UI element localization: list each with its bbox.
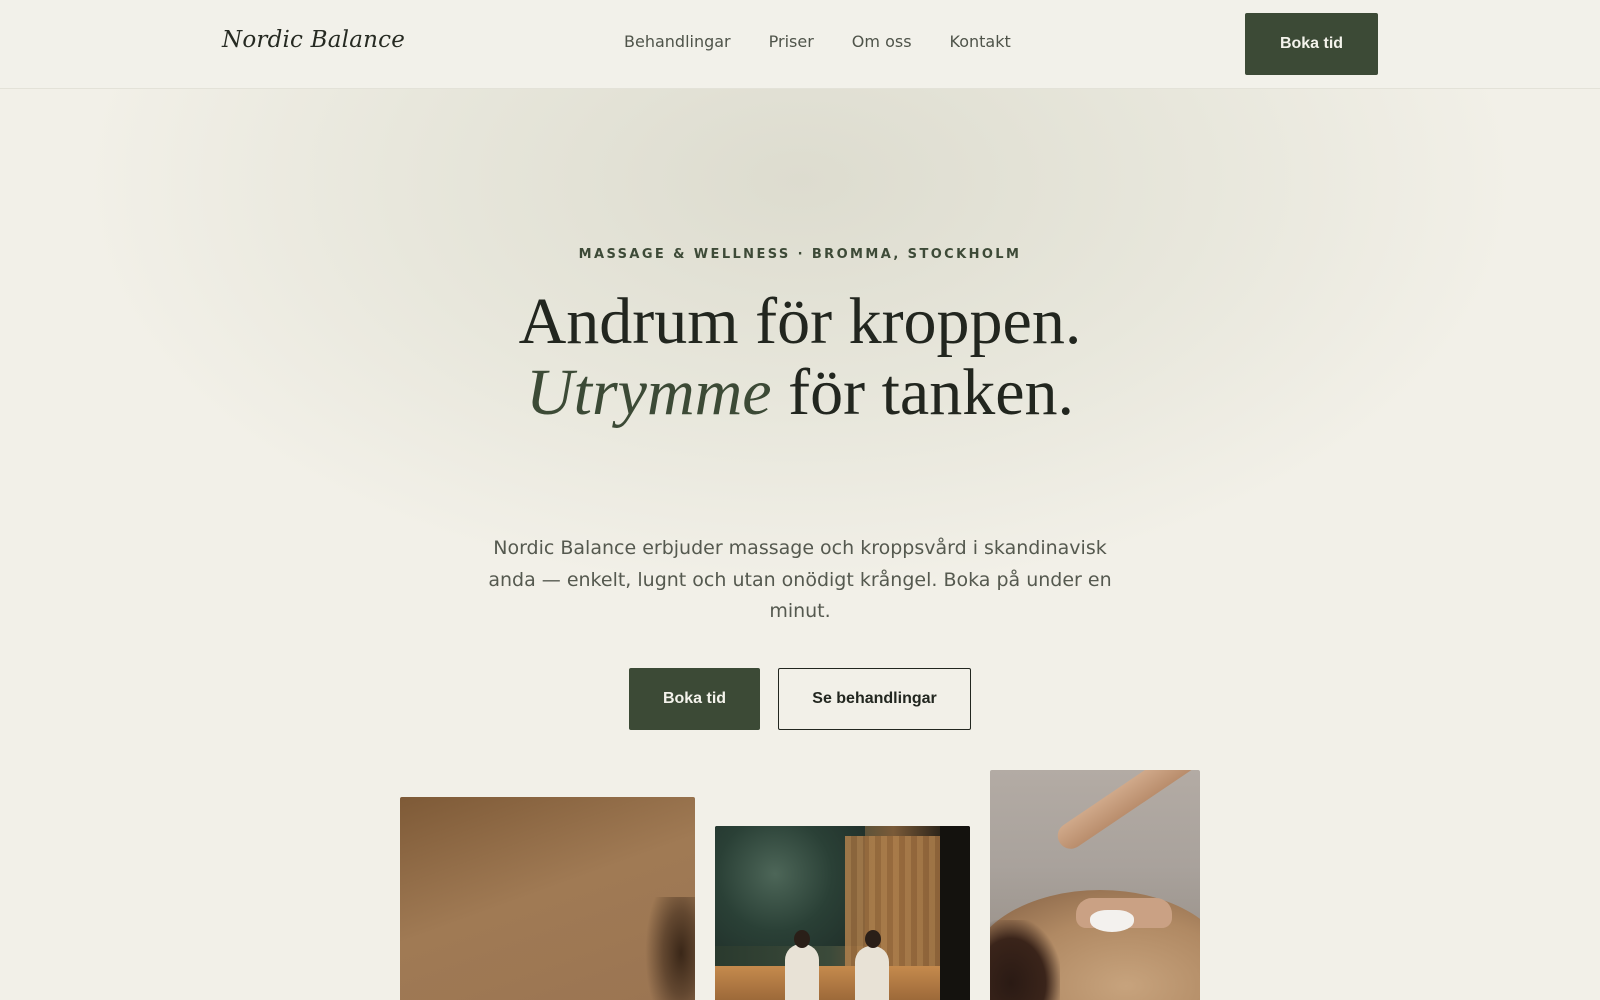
hero-lead: Nordic Balance erbjuder massage och krop… bbox=[488, 537, 1112, 622]
person-right-head bbox=[865, 930, 881, 948]
hero-eyebrow: MASSAGE & WELLNESS · BROMMA, STOCKHOLM bbox=[578, 247, 1022, 262]
nav-link-om-oss[interactable]: Om oss bbox=[852, 32, 912, 51]
logo[interactable]: Nordic Balance bbox=[222, 27, 405, 53]
therapist-arm bbox=[1052, 770, 1200, 854]
header-book-button[interactable]: Boka tid bbox=[1245, 13, 1378, 75]
see-treatments-button[interactable]: Se behandlingar bbox=[778, 668, 971, 730]
site-header: Nordic Balance Behandlingar Priser Om os… bbox=[0, 0, 1600, 89]
hero-cta-row: Boka tid Se behandlingar bbox=[629, 668, 971, 730]
person-right bbox=[855, 946, 889, 1000]
nav-link-kontakt[interactable]: Kontakt bbox=[950, 32, 1011, 51]
book-button[interactable]: Boka tid bbox=[629, 668, 760, 730]
main-nav: Behandlingar Priser Om oss Kontakt bbox=[624, 32, 1011, 51]
headline-part-2: för tanken. bbox=[771, 356, 1074, 429]
hot-stone-massage-photo bbox=[990, 770, 1200, 1000]
door-frame bbox=[940, 826, 970, 1000]
hero-headline: Andrum för kroppen. Utrymme för tanken. bbox=[400, 286, 1200, 428]
sauna-couple-photo bbox=[715, 826, 970, 1000]
nav-link-priser[interactable]: Priser bbox=[769, 32, 814, 51]
massage-stone bbox=[1090, 910, 1134, 932]
headline-accent: Utrymme bbox=[526, 356, 772, 429]
person-left-head bbox=[794, 930, 810, 948]
headline-part-1: Andrum för kroppen. bbox=[518, 285, 1082, 358]
massage-warm-toned-photo bbox=[400, 797, 695, 1000]
hair-silhouette bbox=[645, 897, 695, 1000]
nav-link-behandlingar[interactable]: Behandlingar bbox=[624, 32, 731, 51]
person-left bbox=[785, 944, 819, 1000]
client-hair bbox=[990, 920, 1060, 1000]
sauna-bench bbox=[715, 966, 970, 1000]
sauna-window bbox=[715, 826, 865, 946]
